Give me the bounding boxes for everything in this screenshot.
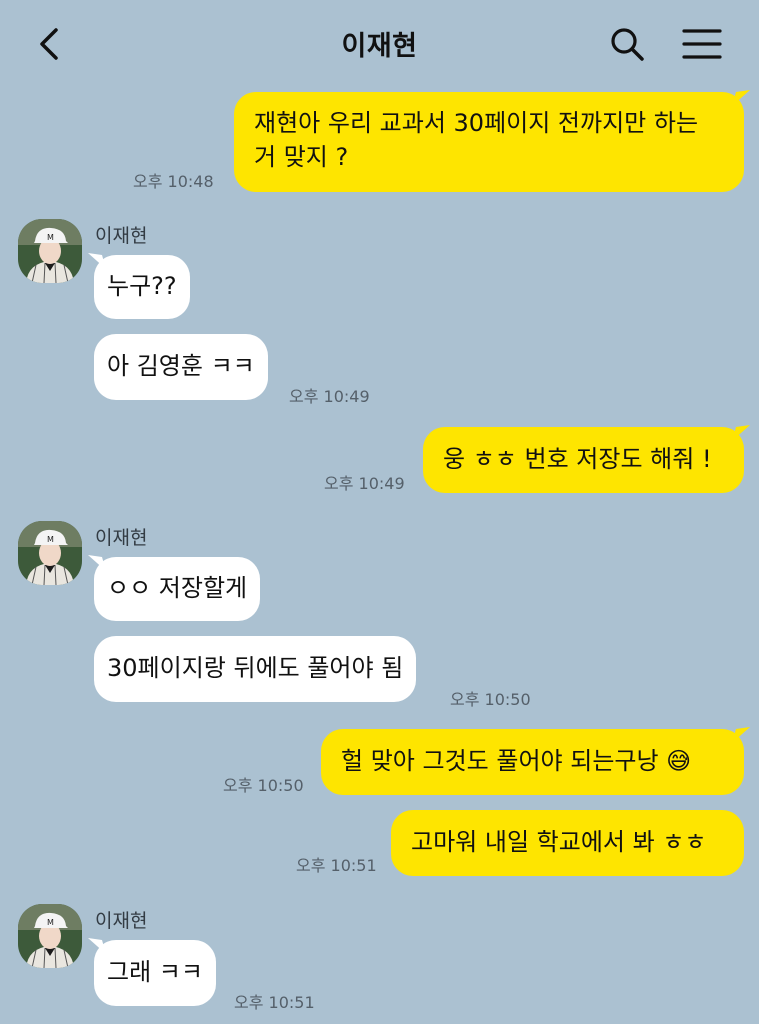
message-text: 헐 맞아 그것도 풀어야 되는구낭 😅	[341, 747, 692, 775]
bubble-tail	[88, 253, 106, 269]
avatar-photo-icon: M	[18, 904, 82, 968]
sender-name: 이재현	[95, 527, 148, 549]
search-icon[interactable]	[608, 24, 648, 64]
timestamp: 오후 10:51	[234, 993, 315, 1012]
avatar-photo-icon: M	[18, 219, 82, 283]
timestamp: 오후 10:49	[324, 474, 405, 493]
message-bubble-sent[interactable]: 웅 ㅎㅎ 번호 저장도 해줘 !	[423, 427, 744, 493]
timestamp: 오후 10:49	[289, 387, 370, 406]
message-bubble-received[interactable]: 30페이지랑 뒤에도 풀어야 됨	[94, 636, 417, 702]
message-bubble-sent[interactable]: 헐 맞아 그것도 풀어야 되는구낭 😅	[321, 729, 744, 795]
bubble-tail	[732, 90, 750, 106]
bubble-tail	[88, 555, 106, 571]
message-bubble-received[interactable]: ㅇㅇ 저장할게	[94, 557, 261, 621]
message-bubble-sent[interactable]: 고마워 내일 학교에서 봐 ㅎㅎ	[391, 810, 744, 876]
svg-text:M: M	[47, 233, 54, 242]
sender-name: 이재현	[95, 225, 148, 247]
timestamp: 오후 10:51	[296, 856, 377, 875]
message-text-line: 재현아 우리 교과서 30페이지 전까지만 하는	[254, 109, 699, 137]
bubble-tail	[732, 727, 750, 743]
avatar[interactable]: M	[18, 219, 82, 283]
svg-text:M: M	[47, 918, 54, 927]
bubble-tail	[88, 938, 106, 954]
avatar-photo-icon: M	[18, 521, 82, 585]
message-bubble-received[interactable]: 누구??	[94, 255, 190, 319]
message-bubble-received[interactable]: 그래 ㅋㅋ	[94, 940, 216, 1006]
message-text-line: 거 맞지 ?	[254, 143, 349, 171]
bubble-tail	[732, 425, 750, 441]
message-bubble-received[interactable]: 아 김영훈 ㅋㅋ	[94, 334, 268, 400]
avatar[interactable]: M	[18, 904, 82, 968]
svg-text:M: M	[47, 535, 54, 544]
timestamp: 오후 10:50	[223, 776, 304, 795]
chat-header: 이재현	[0, 0, 759, 90]
timestamp: 오후 10:50	[450, 690, 531, 709]
avatar[interactable]: M	[18, 521, 82, 585]
hamburger-menu-icon[interactable]	[680, 24, 724, 64]
timestamp: 오후 10:48	[133, 172, 214, 191]
sender-name: 이재현	[95, 910, 148, 932]
message-bubble-sent[interactable]: 재현아 우리 교과서 30페이지 전까지만 하는 거 맞지 ?	[234, 92, 744, 192]
